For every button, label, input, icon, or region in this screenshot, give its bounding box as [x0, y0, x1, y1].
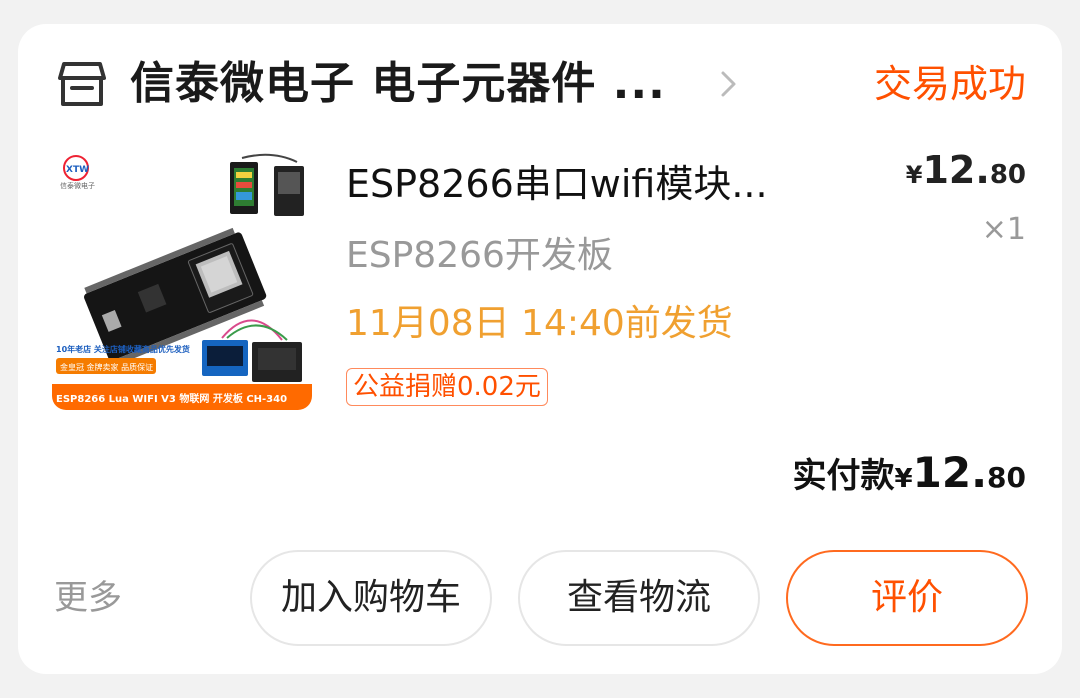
- more-button[interactable]: 更多: [54, 576, 122, 620]
- total-integer: 12.: [912, 448, 988, 497]
- order-status: 交易成功: [873, 62, 1026, 106]
- product-image[interactable]: XTW 信泰微电子 10年老店 关注店铺收藏商品优先发货 金皇冠 金牌卖家 品质…: [52, 152, 312, 410]
- shipping-deadline: 11月08日 14:40前发货: [346, 303, 733, 344]
- total-currency: ¥: [894, 464, 913, 494]
- brand-logo-text: XTW: [66, 165, 89, 175]
- product-title[interactable]: ESP8266串口wifi模块...: [346, 156, 768, 212]
- total-decimal: 80: [987, 461, 1026, 494]
- brand-sub-text: 信泰微电子: [60, 181, 95, 190]
- add-to-cart-button[interactable]: 加入购物车: [250, 550, 492, 646]
- caption-text: ESP8266 Lua WIFI V3 物联网 开发板 CH-340: [56, 392, 287, 405]
- review-button[interactable]: 评价: [786, 550, 1028, 646]
- view-logistics-button[interactable]: 查看物流: [518, 550, 760, 646]
- price-currency: ¥: [905, 161, 923, 189]
- shop-header[interactable]: 信泰微电子 电子元器件 ... 交易成功: [18, 24, 1062, 144]
- quantity: ×1: [981, 212, 1026, 247]
- store-icon: [58, 62, 106, 106]
- badge-text: 金皇冠 金牌卖家 品质保证: [60, 362, 153, 372]
- donation-tag: 公益捐赠0.02元: [346, 368, 548, 406]
- order-card[interactable]: 信泰微电子 电子元器件 ... 交易成功 XTW 信泰微电子 10年老店 关注店…: [18, 24, 1062, 674]
- unit-price: ¥12.80: [906, 148, 1026, 192]
- shop-name[interactable]: 信泰微电子 电子元器件 ...: [130, 52, 666, 116]
- total-paid: 实付款¥12.80: [793, 448, 1026, 497]
- product-sku: ESP8266开发板: [346, 235, 613, 276]
- promo-text: 10年老店 关注店铺收藏商品优先发货: [56, 344, 190, 354]
- total-label: 实付款: [792, 456, 895, 496]
- price-decimal: 80: [989, 160, 1026, 190]
- chevron-right-icon[interactable]: [714, 70, 742, 98]
- price-integer: 12.: [922, 148, 990, 192]
